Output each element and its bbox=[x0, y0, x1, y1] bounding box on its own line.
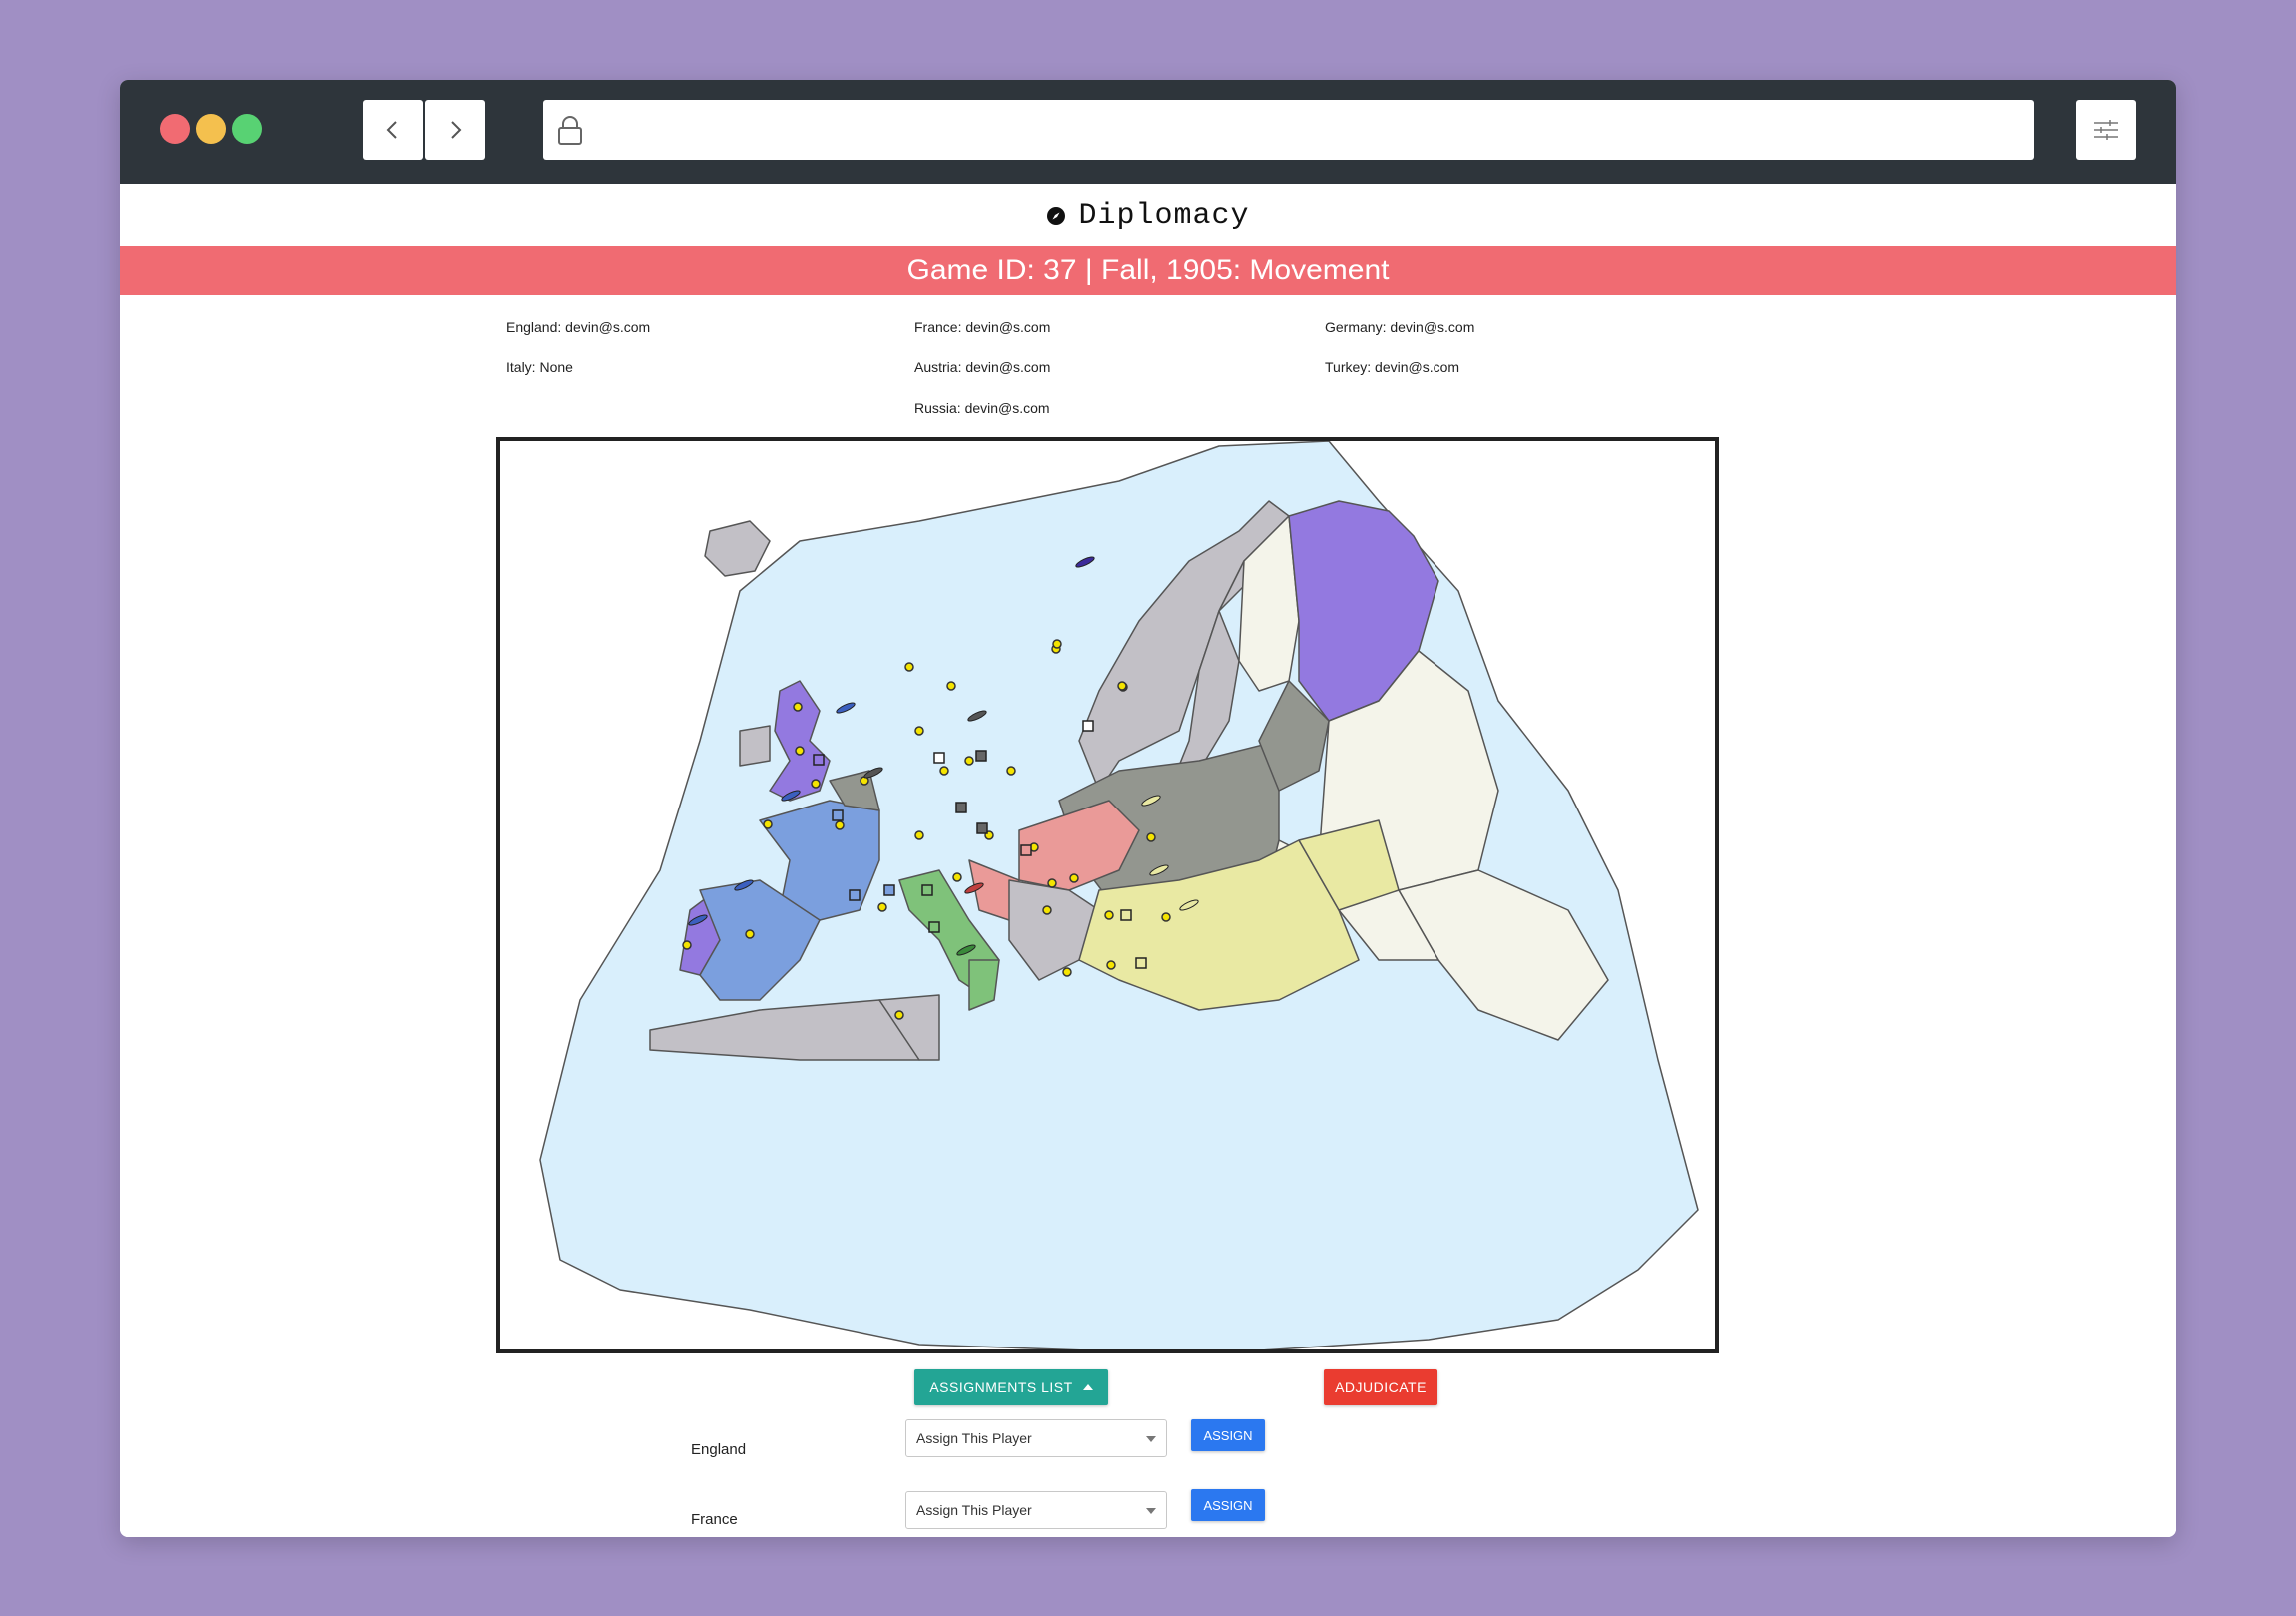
chevron-right-icon bbox=[451, 121, 462, 139]
supply-center bbox=[939, 766, 949, 776]
supply-center bbox=[1042, 905, 1052, 915]
adjudicate-label: Adjudicate bbox=[1335, 1379, 1427, 1395]
europe-map-svg bbox=[539, 441, 1699, 1349]
browser-window: Diplomacy Game ID: 37 | Fall, 1905: Move… bbox=[120, 80, 2176, 1537]
supply-center bbox=[793, 702, 803, 712]
adjudicate-button[interactable]: Adjudicate bbox=[1324, 1369, 1437, 1405]
supply-center bbox=[894, 1010, 904, 1020]
supply-center bbox=[952, 872, 962, 882]
army-unit bbox=[1082, 720, 1094, 732]
address-bar[interactable] bbox=[543, 100, 2034, 160]
supply-center bbox=[1062, 967, 1072, 977]
supply-center bbox=[1069, 873, 1079, 883]
supply-center bbox=[914, 830, 924, 840]
france-select-value: Assign This Player bbox=[916, 1502, 1032, 1518]
england-select-value: Assign This Player bbox=[916, 1430, 1032, 1446]
supply-center bbox=[946, 681, 956, 691]
army-unit bbox=[832, 809, 844, 821]
region-ireland[interactable] bbox=[739, 725, 771, 767]
game-status-text: Game ID: 37 | Fall, 1905: Movement bbox=[906, 254, 1390, 286]
close-window-dot[interactable] bbox=[160, 114, 190, 144]
site-brand[interactable]: Diplomacy bbox=[120, 194, 2176, 238]
minimize-window-dot[interactable] bbox=[196, 114, 226, 144]
supply-center bbox=[877, 902, 887, 912]
forward-button[interactable] bbox=[425, 100, 485, 160]
army-unit bbox=[928, 921, 940, 933]
supply-center bbox=[1006, 766, 1016, 776]
sliders-icon bbox=[2094, 120, 2118, 140]
supply-center bbox=[1117, 681, 1127, 691]
army-unit bbox=[921, 884, 933, 896]
supply-center bbox=[682, 940, 692, 950]
supply-center bbox=[964, 756, 974, 766]
compass-icon bbox=[1047, 207, 1066, 225]
game-status-banner: Game ID: 37 | Fall, 1905: Movement bbox=[120, 246, 2176, 295]
assignments-list-button[interactable]: Assignments List bbox=[914, 1369, 1108, 1405]
army-unit bbox=[1135, 957, 1147, 969]
assign-france-label: Assign bbox=[1203, 1497, 1253, 1513]
supply-center bbox=[1161, 912, 1171, 922]
supply-center bbox=[811, 779, 821, 789]
chevron-down-icon bbox=[1146, 1436, 1156, 1442]
assign-england-button[interactable]: Assign bbox=[1191, 1419, 1265, 1451]
supply-center bbox=[1104, 910, 1114, 920]
site-title: Diplomacy bbox=[1078, 199, 1250, 233]
lock-icon bbox=[558, 116, 582, 145]
army-unit bbox=[955, 802, 967, 813]
england-player-select[interactable]: Assign This Player bbox=[905, 1419, 1167, 1457]
assignment-power-france: France bbox=[691, 1511, 738, 1528]
player-russia: Russia: devin@s.com bbox=[914, 400, 1050, 416]
army-unit bbox=[813, 754, 825, 766]
supply-center bbox=[1106, 960, 1116, 970]
settings-button[interactable] bbox=[2076, 100, 2136, 160]
browser-toolbar bbox=[120, 80, 2176, 184]
caret-up-icon bbox=[1082, 1384, 1093, 1390]
army-unit bbox=[1020, 844, 1032, 856]
game-page: Diplomacy Game ID: 37 | Fall, 1905: Move… bbox=[120, 184, 2176, 1537]
assign-england-label: Assign bbox=[1203, 1427, 1253, 1443]
supply-center bbox=[745, 929, 755, 939]
maximize-window-dot[interactable] bbox=[232, 114, 262, 144]
region-iceland[interactable] bbox=[704, 520, 771, 577]
supply-center bbox=[1146, 832, 1156, 842]
army-unit bbox=[883, 884, 895, 896]
assign-france-button[interactable]: Assign bbox=[1191, 1489, 1265, 1521]
back-button[interactable] bbox=[363, 100, 423, 160]
supply-center bbox=[1052, 639, 1062, 649]
army-unit bbox=[849, 889, 861, 901]
supply-center bbox=[795, 746, 805, 756]
supply-center bbox=[763, 819, 773, 829]
player-turkey: Turkey: devin@s.com bbox=[1325, 359, 1460, 375]
player-italy: Italy: None bbox=[506, 359, 573, 375]
player-england: England: devin@s.com bbox=[506, 319, 651, 335]
france-player-select[interactable]: Assign This Player bbox=[905, 1491, 1167, 1529]
player-germany: Germany: devin@s.com bbox=[1325, 319, 1475, 335]
army-unit bbox=[976, 822, 988, 834]
army-unit bbox=[975, 750, 987, 762]
player-austria: Austria: devin@s.com bbox=[914, 359, 1051, 375]
player-france: France: devin@s.com bbox=[914, 319, 1051, 335]
army-unit bbox=[933, 752, 945, 764]
chevron-left-icon bbox=[386, 121, 397, 139]
diplomacy-map[interactable] bbox=[496, 437, 1719, 1353]
supply-center bbox=[835, 820, 845, 830]
supply-center bbox=[914, 726, 924, 736]
supply-center bbox=[1047, 878, 1057, 888]
supply-center bbox=[904, 662, 914, 672]
assignment-power-england: England bbox=[691, 1441, 747, 1458]
chevron-down-icon bbox=[1146, 1508, 1156, 1514]
assignments-list-label: Assignments List bbox=[929, 1379, 1073, 1395]
army-unit bbox=[1120, 909, 1132, 921]
